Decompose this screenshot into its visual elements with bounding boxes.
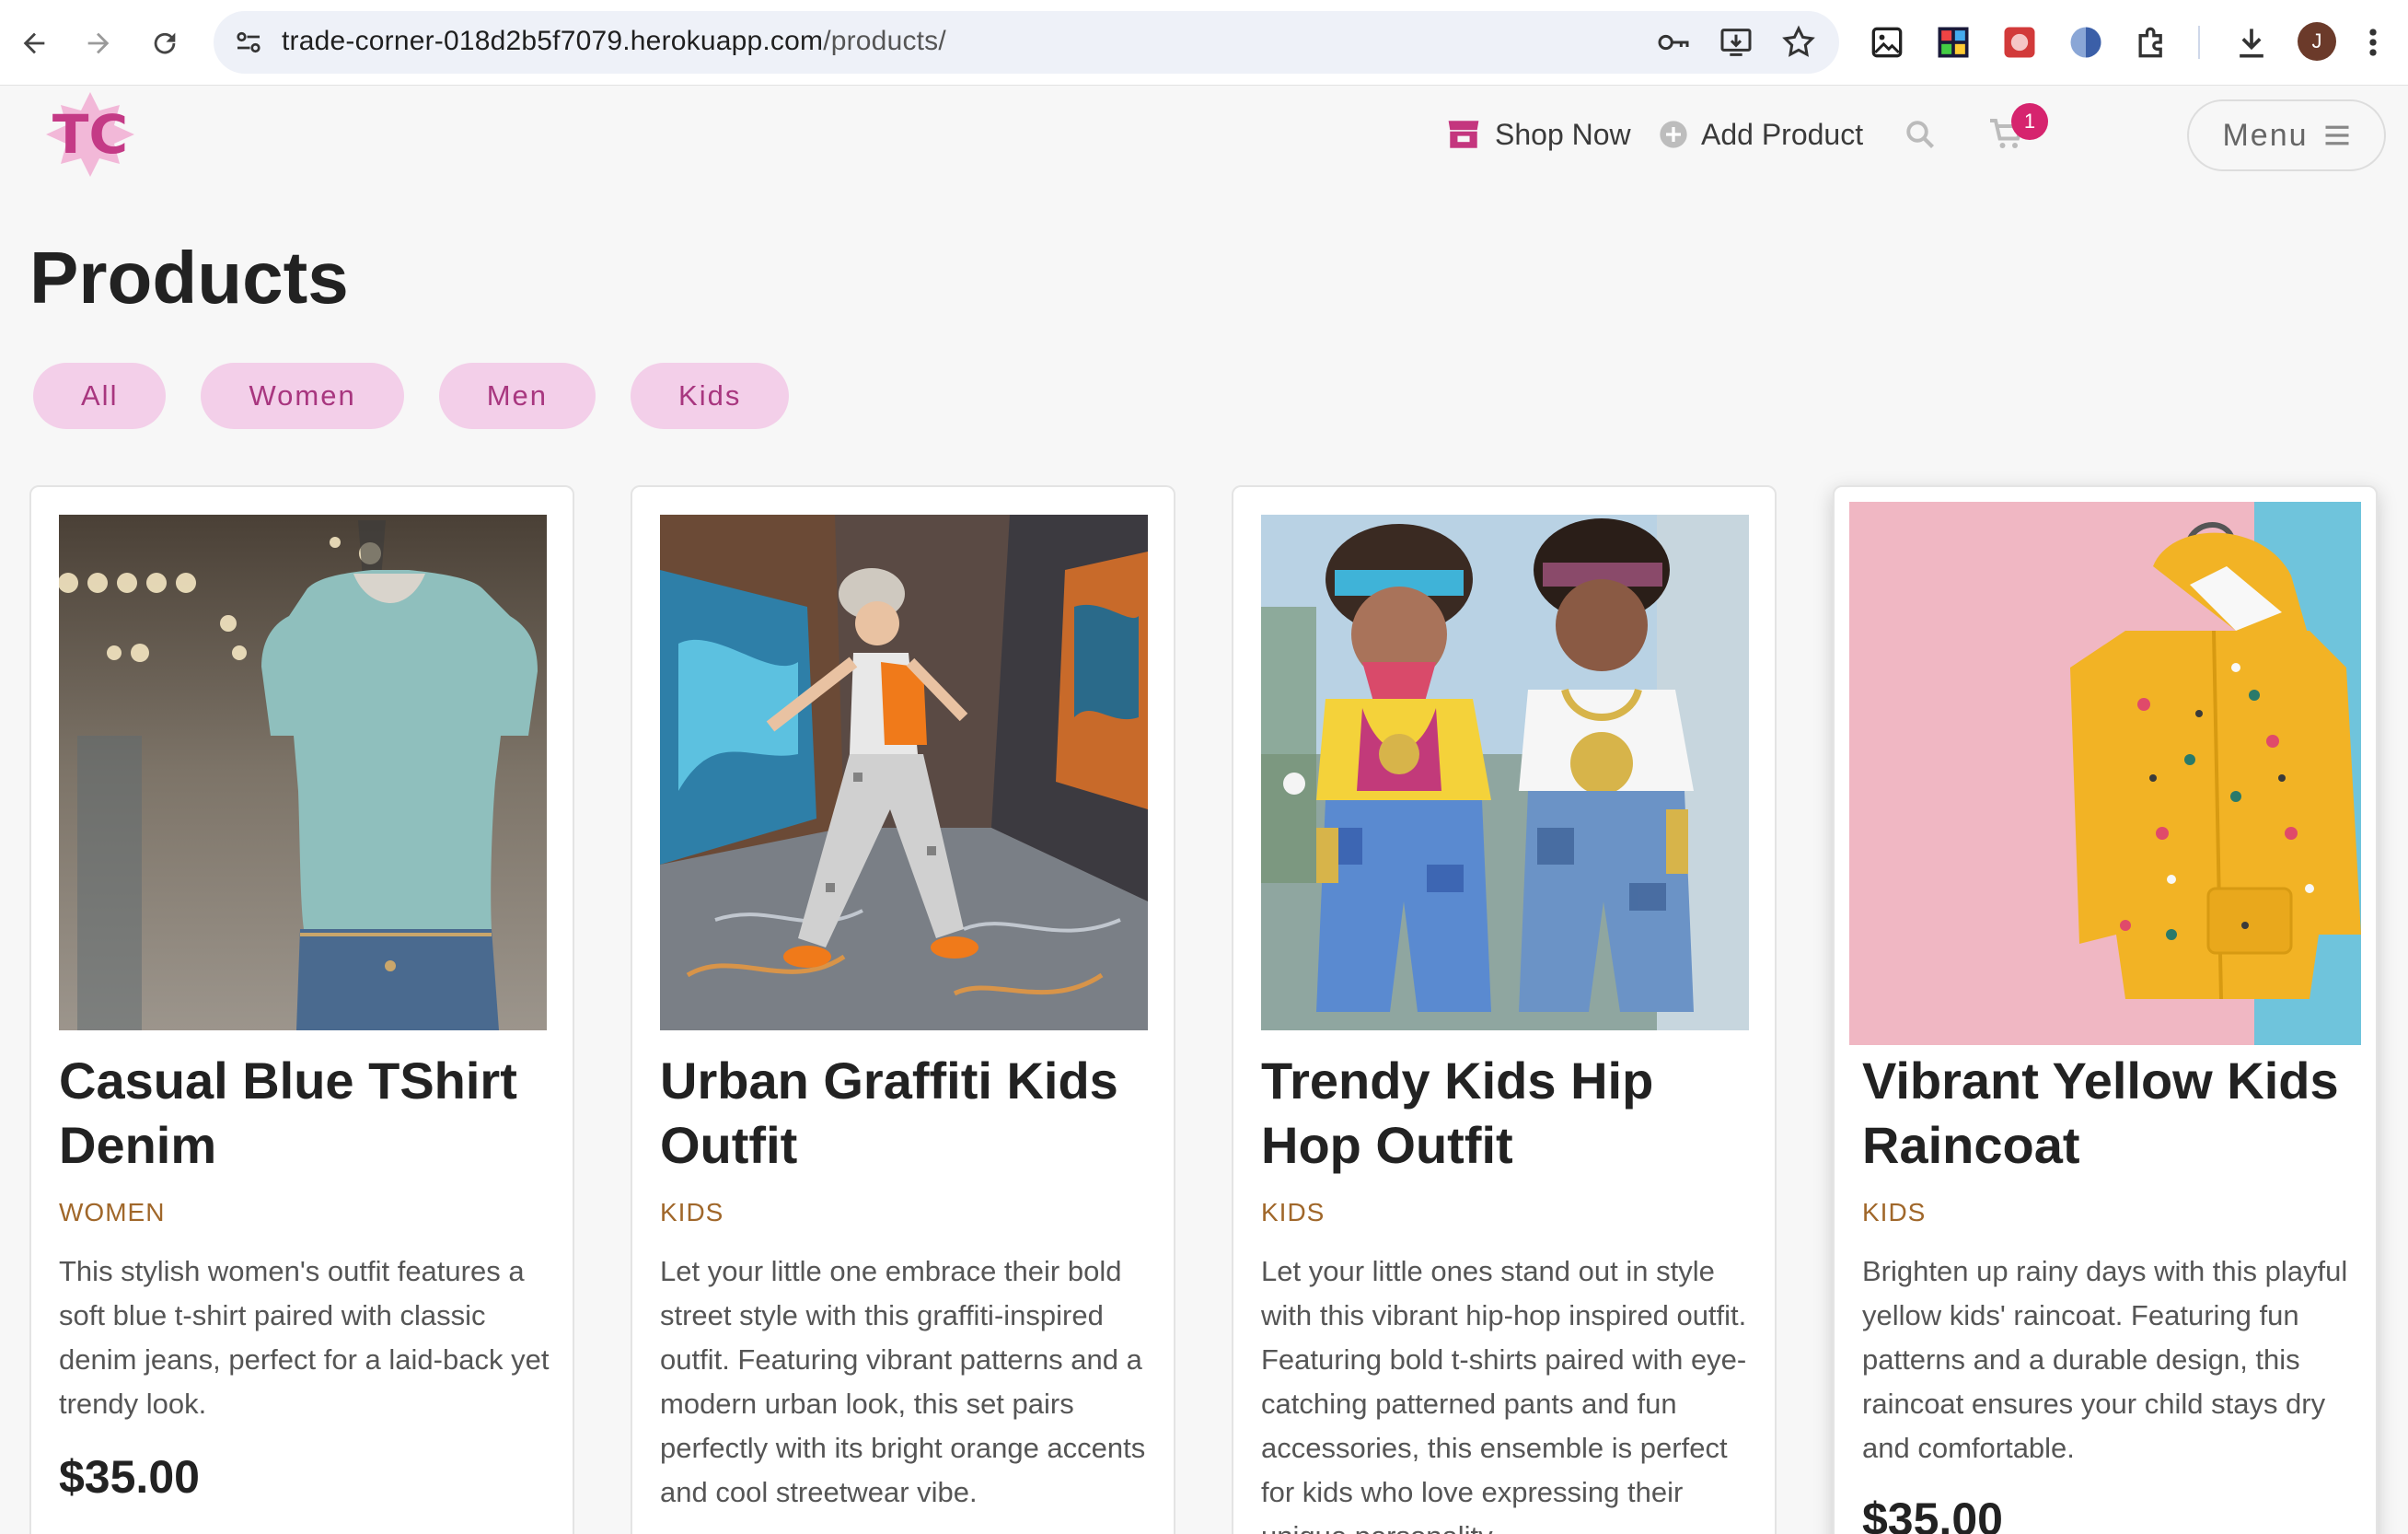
product-description: Brighten up rainy days with this playful… [1862, 1255, 2348, 1464]
product-card[interactable]: Vibrant Yellow Kids Raincoat KIDS Bright… [1833, 485, 2378, 1534]
category-filters: All Women Men Kids [33, 363, 790, 429]
menu-button[interactable]: Menu [2187, 99, 2386, 171]
product-category: WOMEN [59, 1198, 166, 1226]
product-description: Let your little one embrace their bold s… [660, 1255, 1146, 1508]
product-title[interactable]: Urban Graffiti Kids Outfit [660, 1049, 1157, 1178]
extension-icon[interactable] [1999, 22, 2040, 63]
more-vert-icon[interactable] [2362, 22, 2384, 63]
address-bar[interactable]: trade-corner-018d2b5f7079.herokuapp.com/… [214, 11, 1839, 74]
product-image[interactable] [1261, 515, 1749, 1030]
nav-label: Add Product [1701, 117, 1864, 151]
product-category: KIDS [1862, 1198, 1927, 1226]
page-title: Products [29, 237, 349, 319]
product-image[interactable] [1849, 502, 2361, 1045]
back-icon[interactable] [11, 20, 57, 66]
filter-men[interactable]: Men [438, 363, 596, 429]
filter-kids[interactable]: Kids [631, 363, 790, 429]
nav-shop-now[interactable]: Shop Now [1445, 109, 1631, 160]
extension-icon[interactable] [2066, 22, 2106, 63]
product-category: KIDS [1261, 1198, 1326, 1226]
extension-icon[interactable] [1933, 22, 1974, 63]
browser-toolbar: trade-corner-018d2b5f7079.herokuapp.com/… [0, 0, 2408, 86]
profile-avatar[interactable]: J [2298, 22, 2336, 61]
install-app-icon[interactable] [1718, 24, 1754, 61]
product-description: Let your little ones stand out in style … [1261, 1255, 1747, 1534]
svg-text:TC: TC [52, 103, 128, 166]
product-image[interactable] [59, 515, 547, 1030]
filter-all[interactable]: All [33, 363, 167, 429]
site-settings-icon[interactable] [232, 26, 265, 59]
forward-icon[interactable] [75, 20, 122, 66]
hamburger-icon [2323, 123, 2351, 147]
extensions-puzzle-icon[interactable] [2132, 22, 2172, 63]
plus-circle-icon [1659, 120, 1688, 149]
search-icon[interactable] [1904, 118, 1937, 156]
store-icon [1445, 118, 1482, 151]
product-category: KIDS [660, 1198, 724, 1226]
nav-add-product[interactable]: Add Product [1659, 109, 1863, 160]
product-price: $35.00 [59, 1451, 200, 1503]
product-title[interactable]: Trendy Kids Hip Hop Outfit [1261, 1049, 1758, 1178]
product-card[interactable]: Casual Blue TShirt Denim WOMEN This styl… [29, 485, 574, 1534]
product-price: $35.00 [1862, 1493, 2003, 1534]
bookmark-star-icon[interactable] [1780, 24, 1817, 61]
url-text: trade-corner-018d2b5f7079.herokuapp.com/… [282, 26, 946, 56]
product-title[interactable]: Vibrant Yellow Kids Raincoat [1862, 1049, 2359, 1178]
reload-icon[interactable] [142, 20, 188, 66]
product-image[interactable] [660, 515, 1148, 1030]
nav-label: Shop Now [1495, 117, 1631, 151]
menu-label: Menu [2222, 117, 2309, 153]
password-key-icon[interactable] [1655, 24, 1692, 61]
toolbar-divider [2198, 26, 2200, 59]
site-logo[interactable]: TC [44, 92, 136, 177]
product-description: This stylish women's outfit features a s… [59, 1255, 550, 1420]
product-card[interactable]: Trendy Kids Hip Hop Outfit KIDS Let your… [1232, 485, 1777, 1534]
product-card[interactable]: Urban Graffiti Kids Outfit KIDS Let your… [631, 485, 1175, 1534]
image-extension-icon[interactable] [1867, 22, 1907, 63]
filter-women[interactable]: Women [201, 363, 404, 429]
download-icon[interactable] [2231, 22, 2272, 63]
cart-count-badge: 1 [2011, 103, 2048, 140]
product-title[interactable]: Casual Blue TShirt Denim [59, 1049, 556, 1178]
